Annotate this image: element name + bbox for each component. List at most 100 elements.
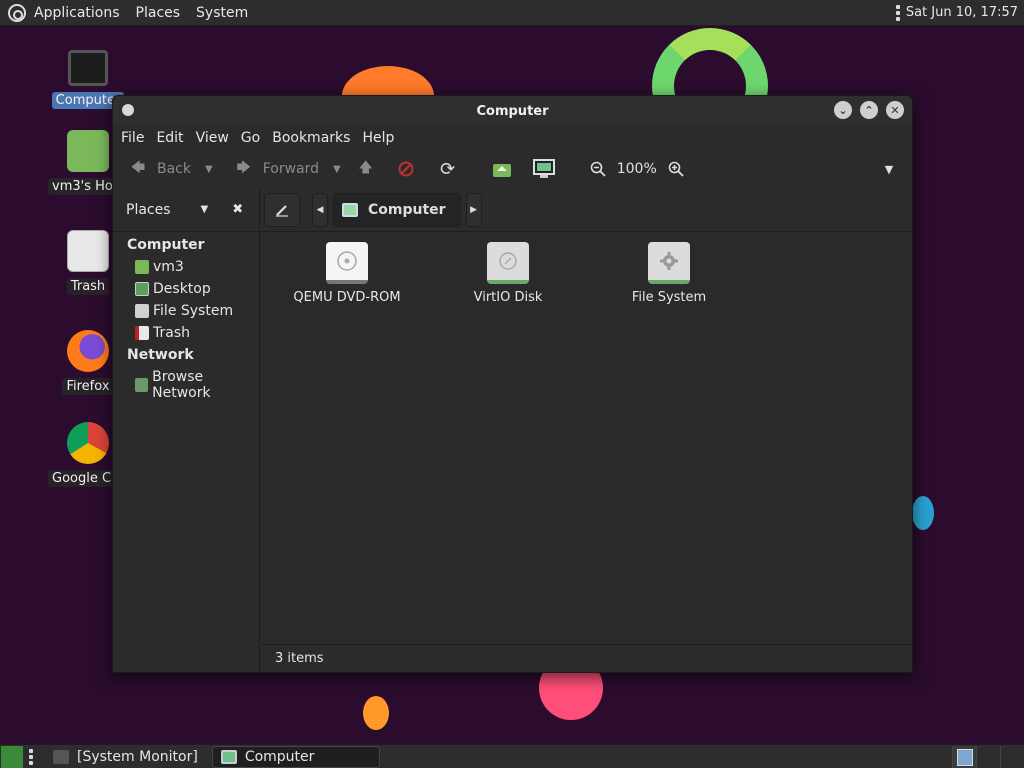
filesystem-icon (648, 242, 690, 284)
item-virtio-disk[interactable]: VirtIO Disk (448, 242, 568, 305)
places-heading-network: Network (127, 347, 194, 363)
path-scroll-right-button[interactable]: ▶ (465, 192, 482, 227)
menu-go[interactable]: Go (235, 130, 266, 146)
pathbar: ◀ Computer ▶ (261, 188, 912, 232)
status-text: 3 items (275, 651, 324, 666)
toolbar: 🡄 Back ▼ 🡆 Forward ▼ 🡅 ⟳ 100% ▼ (113, 150, 912, 188)
zoom-level: 100% (616, 161, 657, 177)
home-folder-icon (67, 130, 109, 172)
task-computer[interactable]: Computer (211, 745, 380, 768)
zoom-in-icon[interactable] (665, 158, 687, 180)
wallpaper-blob (912, 496, 934, 530)
path-scroll-left-button[interactable]: ◀ (312, 192, 328, 227)
places-list: Computer vm3 Desktop File System Trash N… (113, 232, 259, 404)
menu-places[interactable]: Places (128, 0, 189, 26)
home-icon[interactable] (491, 158, 513, 180)
close-button[interactable]: ✕ (886, 101, 904, 119)
forward-button[interactable]: 🡆 Forward ▼ (233, 158, 341, 180)
arrow-right-icon: 🡆 (236, 160, 251, 176)
debian-logo-icon[interactable] (8, 3, 26, 22)
back-label: Back (157, 161, 191, 177)
breadcrumb-label: Computer (368, 201, 446, 218)
sidebar: Places ▼ ✖ Computer vm3 Desktop File Sys… (113, 188, 260, 672)
desktop-folder-icon (135, 282, 149, 296)
chrome-icon (67, 422, 109, 464)
back-history-dropdown-icon[interactable]: ▼ (205, 164, 213, 175)
up-arrow-icon[interactable]: 🡅 (355, 158, 377, 180)
statusbar: 3 items (261, 644, 912, 672)
sidebar-item-label: Desktop (153, 281, 211, 297)
menu-file[interactable]: File (115, 130, 150, 146)
item-file-system[interactable]: File System (609, 242, 729, 305)
file-manager-window: Computer ⌄ ⌃ ✕ File Edit View Go Bookmar… (112, 95, 913, 673)
sidebar-item-label: Trash (153, 325, 190, 341)
sidebar-item-label: Browse Network (152, 369, 211, 401)
window-titlebar[interactable]: Computer ⌄ ⌃ ✕ (113, 96, 912, 126)
sidebar-item-trash[interactable]: Trash (113, 322, 259, 344)
workspace-2[interactable] (976, 745, 1000, 768)
sidebar-item-desktop[interactable]: Desktop (113, 278, 259, 300)
monitor-icon (68, 50, 108, 86)
forward-label: Forward (262, 161, 320, 177)
menu-help[interactable]: Help (356, 130, 400, 146)
arrow-left-icon: 🡄 (130, 160, 146, 176)
task-label: Computer (244, 748, 315, 765)
item-label: VirtIO Disk (473, 290, 543, 305)
maximize-button[interactable]: ⌃ (860, 101, 878, 119)
bottom-panel: [System Monitor] Computer (0, 744, 1024, 768)
sidebar-selector[interactable]: Places (126, 202, 171, 218)
desktop-icon-label: Trash (66, 278, 110, 295)
system-monitor-icon (53, 749, 69, 764)
computer-icon (342, 202, 358, 217)
sidebar-item-browse-network[interactable]: Browse Network (113, 366, 259, 404)
edit-location-button[interactable] (264, 192, 300, 227)
minimize-button[interactable]: ⌄ (834, 101, 852, 119)
network-icon (135, 378, 149, 392)
places-heading-computer: Computer (127, 237, 205, 253)
sidebar-item-label: File System (153, 303, 234, 319)
icon-view: QEMU DVD-ROM VirtIO Disk File System (261, 232, 912, 644)
menu-applications[interactable]: Applications (26, 0, 128, 26)
trash-icon (135, 326, 149, 340)
chevron-down-icon[interactable]: ▼ (201, 204, 209, 215)
home-folder-icon (135, 260, 149, 274)
forward-history-dropdown-icon[interactable]: ▼ (333, 164, 341, 175)
close-sidebar-icon[interactable]: ✖ (232, 202, 243, 217)
sidebar-item-vm3[interactable]: vm3 (113, 256, 259, 278)
clock[interactable]: Sat Jun 10, 17:57 (906, 5, 1024, 20)
menu-system[interactable]: System (188, 0, 256, 26)
computer-icon[interactable] (532, 158, 555, 180)
stop-icon[interactable] (395, 158, 417, 180)
menu-edit[interactable]: Edit (150, 130, 189, 146)
back-button[interactable]: 🡄 Back ▼ (127, 158, 213, 180)
computer-icon (220, 749, 237, 764)
optical-drive-icon (326, 242, 368, 284)
toolbar-overflow-icon[interactable]: ▼ (878, 158, 900, 180)
task-system-monitor[interactable]: [System Monitor] (45, 746, 206, 768)
workspace-switcher (952, 745, 1024, 768)
menu-bookmarks[interactable]: Bookmarks (266, 130, 356, 146)
panel-handle-icon (895, 4, 900, 21)
item-qemu-dvd-rom[interactable]: QEMU DVD-ROM (287, 242, 407, 305)
show-desktop-icon[interactable] (1, 745, 23, 768)
sidebar-header: Places ▼ ✖ (113, 188, 259, 232)
sidebar-item-file-system[interactable]: File System (113, 300, 259, 322)
sidebar-item-label: vm3 (153, 259, 184, 275)
trash-icon (67, 230, 109, 272)
filesystem-icon (135, 304, 149, 318)
window-title: Computer (476, 103, 549, 119)
desktop-icon-label: Firefox (62, 378, 114, 395)
panel-handle-icon (29, 748, 33, 765)
menu-view[interactable]: View (190, 130, 235, 146)
zoom-out-icon[interactable] (587, 158, 609, 180)
window-menu-icon[interactable] (122, 104, 134, 116)
item-label: QEMU DVD-ROM (293, 290, 401, 305)
breadcrumb-computer[interactable]: Computer (333, 192, 461, 227)
workspace-3[interactable] (1000, 745, 1024, 768)
content-pane: ◀ Computer ▶ QEMU DVD-ROM VirtIO Disk Fi… (261, 188, 912, 672)
reload-icon[interactable]: ⟳ (437, 158, 459, 180)
menubar: File Edit View Go Bookmarks Help (113, 126, 912, 150)
pencil-icon (276, 204, 288, 217)
firefox-icon (67, 330, 109, 372)
workspace-1[interactable] (952, 745, 976, 768)
